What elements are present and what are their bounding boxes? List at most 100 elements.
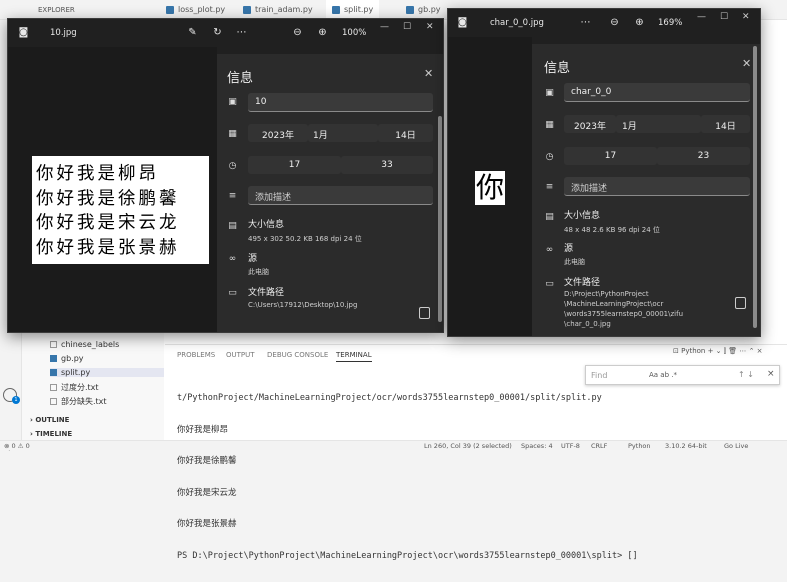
maximize-icon[interactable]: ☐ xyxy=(403,22,411,32)
size-details: 495 x 302 50.2 KB 168 dpi 24 位 xyxy=(248,235,362,243)
status-errors[interactable]: ⊗ 0 ⚠ 0 xyxy=(4,442,30,450)
zoom-out-icon[interactable]: ⊖ xyxy=(608,16,621,29)
status-golive[interactable]: Go Live xyxy=(724,442,748,450)
image-text-line: 你好我是柳昂 xyxy=(36,164,159,184)
date-month[interactable]: 1月 xyxy=(616,115,701,133)
viewer-titlebar: ◙ char_0_0.jpg ⋯ ⊖ ⊕ 169% — ☐ ✕ xyxy=(448,9,760,37)
info-panel: 信息 ✕ ▣ 10 ▦ 2023年 1月 14日 ◷ 17 33 ≡ 添加描述 … xyxy=(217,54,443,332)
tab-output[interactable]: OUTPUT xyxy=(226,351,255,359)
name-field[interactable]: 10 xyxy=(248,93,433,112)
folder-icon xyxy=(50,341,57,348)
tab-problems[interactable]: PROBLEMS xyxy=(177,351,215,359)
more-icon[interactable]: ⋯ xyxy=(235,26,248,39)
size-icon: ▤ xyxy=(545,212,554,222)
photos-app-icon: ◙ xyxy=(18,27,29,38)
status-interpreter[interactable]: 3.10.2 64-bit xyxy=(665,442,707,450)
zoom-level[interactable]: 169% xyxy=(658,18,682,28)
edit-icon[interactable]: ✎ xyxy=(186,26,199,39)
date-month[interactable]: 1月 xyxy=(308,124,378,142)
size-details: 48 x 48 2.6 KB 96 dpi 24 位 xyxy=(564,226,660,234)
find-prev-next-icon[interactable]: ↑ ↓ xyxy=(738,370,754,379)
time-hour[interactable]: 17 xyxy=(248,156,341,174)
tab-train-adam[interactable]: train_adam.py xyxy=(237,0,319,20)
terminal-python-selector[interactable]: ⊡ Python + ⌄ ⫿ 🗑 ⋯ ⌃ × xyxy=(673,347,763,356)
close-icon[interactable]: ✕ xyxy=(742,57,751,70)
link-icon: ∞ xyxy=(545,245,554,255)
close-window-icon[interactable]: ✕ xyxy=(426,22,434,32)
tab-gb[interactable]: gb.py xyxy=(400,0,447,20)
tab-debug-console[interactable]: DEBUG CONSOLE xyxy=(267,351,328,359)
zoom-out-icon[interactable]: ⊖ xyxy=(291,26,304,39)
find-options[interactable]: Aa ab .* xyxy=(649,371,677,379)
list-item[interactable]: chinese_labels xyxy=(50,340,119,349)
date-year[interactable]: 2023年 xyxy=(564,115,616,133)
copy-icon[interactable] xyxy=(735,297,746,309)
tab-terminal[interactable]: TERMINAL xyxy=(336,351,372,362)
tab-loss-plot[interactable]: loss_plot.py xyxy=(160,0,231,20)
name-field[interactable]: char_0_0 xyxy=(564,83,750,102)
path-line: \MachineLearningProject\ocr xyxy=(564,300,664,308)
image-content: 你好我是柳昂 你好我是徐鹏馨 你好我是宋云龙 你好我是张景赫 xyxy=(32,156,209,264)
list-item[interactable]: gb.py xyxy=(50,354,84,363)
calendar-icon: ▦ xyxy=(228,129,237,139)
list-item[interactable]: 过度分.txt xyxy=(50,382,99,393)
info-scrollbar[interactable] xyxy=(438,116,442,322)
image-icon: ▣ xyxy=(545,88,554,98)
date-day[interactable]: 14日 xyxy=(378,124,433,142)
zoom-in-icon[interactable]: ⊕ xyxy=(316,26,329,39)
outline-section[interactable]: › OUTLINE xyxy=(30,416,69,424)
path-line: \words3755learnstep0_00001\zifu xyxy=(564,310,683,318)
status-language[interactable]: Python xyxy=(628,442,651,450)
status-bar: ⊗ 0 ⚠ 0 Ln 260, Col 39 (2 selected) Spac… xyxy=(0,440,787,450)
info-scrollbar[interactable] xyxy=(753,46,757,328)
time-hour[interactable]: 17 xyxy=(564,147,657,165)
description-field[interactable]: 添加描述 xyxy=(248,186,433,205)
source-value: 此电脑 xyxy=(248,268,269,276)
folder-icon: ▭ xyxy=(545,279,554,289)
python-file-icon xyxy=(50,369,57,376)
more-icon[interactable]: ⋯ xyxy=(579,16,592,29)
terminal-output: t/PythonProject/MachineLearningProject/o… xyxy=(177,372,638,582)
status-position[interactable]: Ln 260, Col 39 (2 selected) xyxy=(424,442,512,450)
maximize-icon[interactable]: ☐ xyxy=(720,12,728,22)
notification-badge: 1 xyxy=(12,396,20,404)
close-icon[interactable]: ✕ xyxy=(424,67,433,80)
zoom-in-icon[interactable]: ⊕ xyxy=(633,16,646,29)
status-eol[interactable]: CRLF xyxy=(591,442,607,450)
date-day[interactable]: 14日 xyxy=(701,115,750,133)
terminal-prompt[interactable]: PS D:\Project\PythonProject\MachineLearn… xyxy=(177,551,638,562)
python-file-icon xyxy=(406,5,414,14)
timeline-section[interactable]: › TIMELINE xyxy=(30,430,72,438)
terminal-line: 你好我是宋云龙 xyxy=(177,487,237,498)
list-item[interactable]: split.py xyxy=(50,368,164,377)
folder-icon: ▭ xyxy=(228,288,237,298)
rotate-icon[interactable]: ↻ xyxy=(211,26,224,39)
date-year[interactable]: 2023年 xyxy=(248,124,308,142)
tab-split[interactable]: split.py xyxy=(326,0,380,20)
path-title: 文件路径 xyxy=(248,288,285,298)
close-window-icon[interactable]: ✕ xyxy=(742,12,750,22)
source-title: 源 xyxy=(248,254,258,264)
list-item[interactable]: 部分缺失.txt xyxy=(50,396,107,407)
source-value: 此电脑 xyxy=(564,258,585,266)
copy-icon[interactable] xyxy=(419,307,430,319)
zoom-level[interactable]: 100% xyxy=(342,28,366,38)
terminal-line: 你好我是张景赫 xyxy=(177,519,237,529)
minimize-icon[interactable]: — xyxy=(697,12,706,22)
close-icon[interactable]: × xyxy=(767,369,775,379)
photos-app-icon: ◙ xyxy=(457,17,468,28)
minimize-icon[interactable]: — xyxy=(380,22,389,32)
find-widget: Find Aa ab .* ↑ ↓ × xyxy=(585,365,780,385)
text-file-icon xyxy=(50,384,57,391)
info-title: 信息 xyxy=(227,71,254,86)
time-minute[interactable]: 33 xyxy=(341,156,433,174)
description-field[interactable]: 添加描述 xyxy=(564,177,750,196)
image-content: 你 xyxy=(475,171,505,205)
path-value: C:\Users\17912\Desktop\10.jpg xyxy=(248,301,358,309)
status-encoding[interactable]: UTF-8 xyxy=(561,442,580,450)
time-minute[interactable]: 23 xyxy=(657,147,750,165)
viewer-file-title: 10.jpg xyxy=(50,28,77,38)
terminal-line: 你好我是徐鹏馨 xyxy=(177,456,237,466)
find-input[interactable]: Find xyxy=(591,371,607,380)
status-spaces[interactable]: Spaces: 4 xyxy=(521,442,553,450)
